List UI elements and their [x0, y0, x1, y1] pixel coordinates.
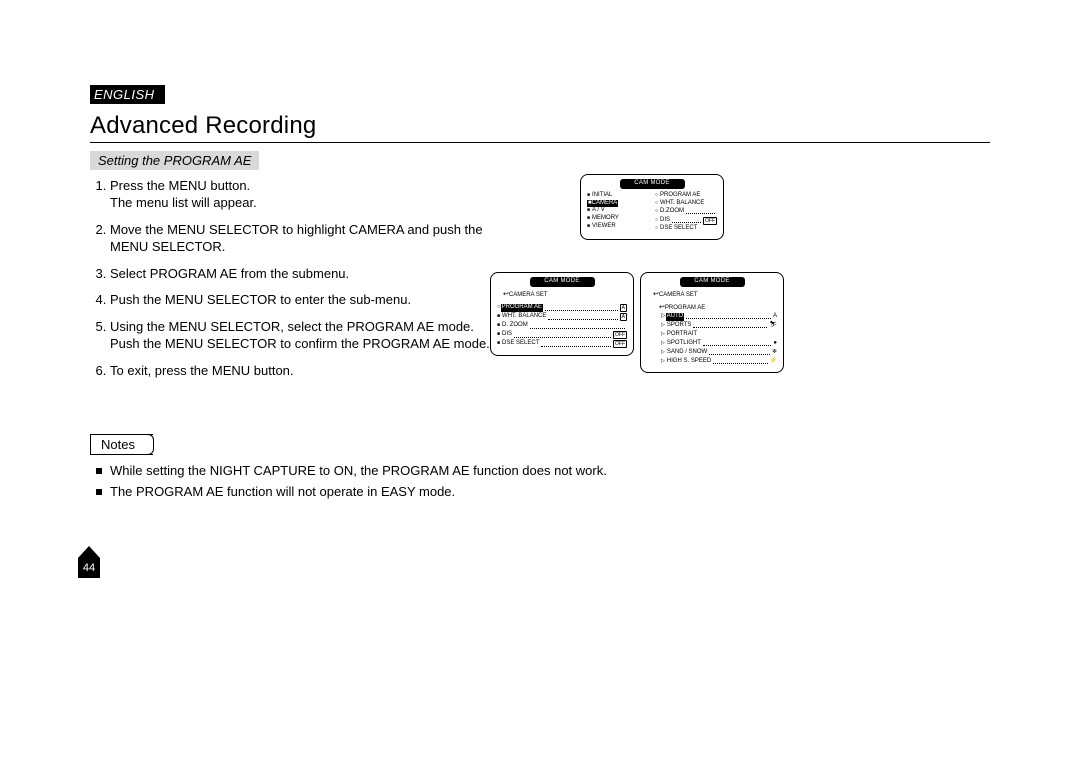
step-text: To exit, press the MENU button.: [110, 363, 294, 378]
osd-title: CAM MODE: [680, 277, 745, 287]
note-item: The PROGRAM AE function will not operate…: [110, 484, 990, 501]
osd-screen-main: CAM MODE INITIAL ■CAMERA A / V MEMORY VI…: [580, 174, 724, 240]
content-row: Press the MENU button. The menu list wil…: [90, 174, 990, 394]
osd-title: CAM MODE: [620, 179, 685, 189]
mode-icon: ●: [773, 340, 777, 348]
osd-sub-item: ○PROGRAM AE: [497, 304, 543, 312]
step-item: Press the MENU button. The menu list wil…: [110, 178, 490, 212]
osd-menu-item: A / V: [587, 207, 649, 215]
osd-tag: OFF: [613, 340, 627, 349]
steps-column: Press the MENU button. The menu list wil…: [90, 174, 490, 390]
osd-right-col: PROGRAM AE WHT. BALANCE D.ZOOM DIS OFF DS…: [655, 192, 717, 233]
osd-sub-item: DSE SELECT: [497, 340, 539, 348]
osd-screen-camera-set: CAM MODE CAMERA SET ○PROGRAM AE A WHT. BA…: [490, 272, 634, 356]
osd-menu-item: MEMORY: [587, 215, 649, 223]
notes-heading: Notes: [90, 434, 153, 455]
osd-sub-item: DSE SELECT: [655, 225, 717, 233]
osd-subheader: PROGRAM AE: [653, 303, 777, 313]
page-title: Advanced Recording: [90, 112, 990, 140]
language-badge: ENGLISH: [90, 85, 165, 104]
mode-icon: ⛷: [769, 322, 777, 330]
step-text: Move the MENU SELECTOR to highlight CAME…: [110, 222, 483, 254]
osd-sub-item: D.ZOOM: [655, 208, 684, 216]
osd-title: CAM MODE: [530, 277, 595, 287]
osd-sub-item: D. ZOOM: [497, 322, 528, 330]
return-icon: CAMERA SET: [647, 290, 777, 300]
osd-tag: OFF: [703, 217, 717, 226]
osd-sub-item: WHT. BALANCE: [497, 313, 546, 321]
step-item: Using the MENU SELECTOR, select the PROG…: [110, 319, 490, 353]
step-text: Push the MENU SELECTOR to enter the sub-…: [110, 292, 411, 307]
osd-option: SPORTS: [661, 322, 691, 330]
step-item: Push the MENU SELECTOR to enter the sub-…: [110, 292, 490, 309]
osd-option: PORTRAIT: [661, 331, 697, 339]
osd-tag: A: [620, 313, 627, 322]
osd-menu-item: ■CAMERA: [587, 200, 649, 208]
step-text: Press the MENU button. The menu list wil…: [110, 178, 257, 210]
step-item: To exit, press the MENU button.: [110, 363, 490, 380]
step-text: Using the MENU SELECTOR, select the PROG…: [110, 319, 490, 351]
mode-icon: ❄: [772, 349, 777, 357]
osd-option: SAND / SNOW: [661, 349, 707, 357]
note-item: While setting the NIGHT CAPTURE to ON, t…: [110, 463, 990, 480]
osd-sub-item: PROGRAM AE: [655, 192, 717, 200]
mode-icon: A: [773, 313, 777, 321]
osd-menu-item: VIEWER: [587, 223, 649, 231]
mode-icon: ⚡: [770, 358, 777, 366]
osd-tag: OFF: [613, 331, 627, 340]
osd-left-col: INITIAL ■CAMERA A / V MEMORY VIEWER: [587, 192, 649, 233]
notes-list: While setting the NIGHT CAPTURE to ON, t…: [90, 463, 990, 501]
title-rule: [90, 142, 990, 143]
step-item: Select PROGRAM AE from the submenu.: [110, 266, 490, 283]
manual-page: ENGLISH Advanced Recording Setting the P…: [0, 0, 1080, 763]
osd-sub-item: DIS: [497, 331, 512, 339]
osd-diagrams: CAM MODE INITIAL ■CAMERA A / V MEMORY VI…: [490, 174, 990, 394]
step-text: Select PROGRAM AE from the submenu.: [110, 266, 349, 281]
osd-option: ▷AUTO: [661, 313, 684, 321]
osd-option: HIGH S. SPEED: [661, 358, 711, 366]
steps-list: Press the MENU button. The menu list wil…: [90, 178, 490, 380]
step-item: Move the MENU SELECTOR to highlight CAME…: [110, 222, 490, 256]
section-subtitle: Setting the PROGRAM AE: [90, 151, 259, 170]
return-icon: CAMERA SET: [497, 290, 627, 300]
osd-sub-item: DIS: [655, 217, 670, 225]
osd-menu-item: INITIAL: [587, 192, 649, 200]
osd-tag: A: [620, 304, 627, 313]
osd-screen-program-ae: CAM MODE CAMERA SET PROGRAM AE ▷AUTO A SP…: [640, 272, 784, 373]
page-number-badge: 44: [78, 558, 100, 578]
osd-option: SPOTLIGHT: [661, 340, 701, 348]
osd-sub-item: WHT. BALANCE: [655, 200, 717, 208]
